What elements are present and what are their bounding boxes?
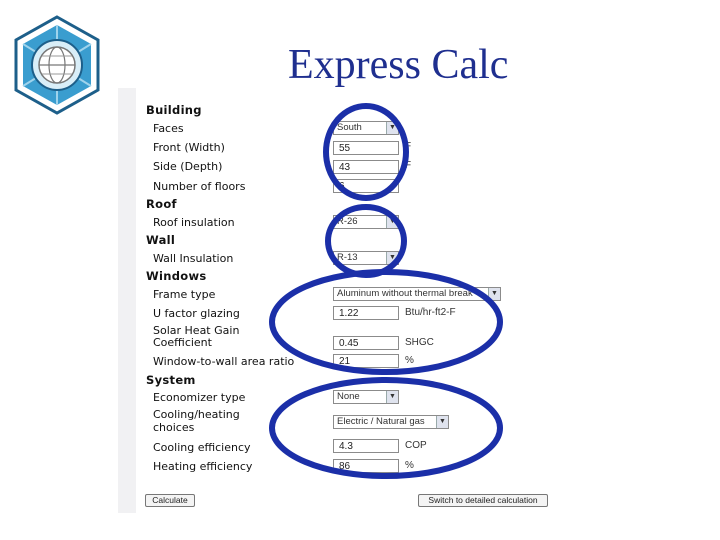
wall-insulation-label: Wall Insulation bbox=[153, 252, 234, 265]
ufactor-field[interactable]: 1.22 bbox=[333, 306, 399, 320]
floors-label: Number of floors bbox=[153, 180, 246, 193]
chevron-down-icon: ▼ bbox=[386, 391, 398, 403]
side-depth-label: Side (Depth) bbox=[153, 160, 223, 173]
side-depth-unit: F bbox=[405, 160, 412, 171]
faces-label: Faces bbox=[153, 122, 184, 135]
wall-insulation-select[interactable]: R-13 ▼ bbox=[333, 251, 399, 265]
section-roof: Roof bbox=[146, 197, 177, 211]
ufactor-unit: Btu/hr-ft2-F bbox=[405, 307, 456, 318]
economizer-select[interactable]: None ▼ bbox=[333, 390, 399, 404]
cooling-heating-label-line1: Cooling/heating bbox=[153, 408, 240, 421]
shgc-label-line2: Coefficient bbox=[153, 336, 212, 349]
cooling-heating-select[interactable]: Electric / Natural gas ▼ bbox=[333, 415, 449, 429]
front-width-field[interactable]: 55 bbox=[333, 141, 399, 155]
chevron-down-icon: ▼ bbox=[386, 122, 398, 134]
roof-insulation-select[interactable]: R-26 ▼ bbox=[333, 215, 399, 229]
chevron-down-icon: ▼ bbox=[436, 416, 448, 428]
faces-select[interactable]: South ▼ bbox=[333, 121, 399, 135]
cooling-efficiency-label: Cooling efficiency bbox=[153, 441, 251, 454]
front-width-label: Front (Width) bbox=[153, 141, 225, 154]
frame-type-label: Frame type bbox=[153, 288, 216, 301]
chevron-down-icon: ▼ bbox=[386, 252, 398, 264]
cooling-efficiency-unit: COP bbox=[405, 440, 427, 451]
slide-title: Express Calc bbox=[288, 42, 509, 88]
cooling-efficiency-field[interactable]: 4.3 bbox=[333, 439, 399, 453]
logo-icon bbox=[14, 15, 100, 115]
calculate-button[interactable]: Calculate bbox=[145, 494, 195, 507]
section-wall: Wall bbox=[146, 233, 176, 247]
section-building: Building bbox=[146, 103, 202, 117]
shgc-field[interactable]: 0.45 bbox=[333, 336, 399, 350]
detailed-calculation-button[interactable]: Switch to detailed calculation bbox=[418, 494, 548, 507]
wwr-unit: % bbox=[405, 355, 414, 366]
cooling-heating-label-line2: choices bbox=[153, 421, 195, 434]
frame-type-select[interactable]: Aluminum without thermal break ▼ bbox=[333, 287, 501, 301]
floors-field[interactable]: 6 bbox=[333, 179, 399, 193]
heating-efficiency-unit: % bbox=[405, 460, 414, 471]
heating-efficiency-label: Heating efficiency bbox=[153, 460, 253, 473]
scroll-strip bbox=[118, 88, 136, 513]
chevron-down-icon: ▼ bbox=[386, 216, 398, 228]
section-system: System bbox=[146, 373, 196, 387]
ufactor-label: U factor glazing bbox=[153, 307, 240, 320]
front-width-unit: F bbox=[405, 141, 412, 152]
section-windows: Windows bbox=[146, 269, 207, 283]
heating-efficiency-field[interactable]: 86 bbox=[333, 459, 399, 473]
express-calc-form: Building Faces South ▼ Front (Width) 55 F… bbox=[118, 88, 553, 513]
economizer-label: Economizer type bbox=[153, 391, 246, 404]
wwr-field[interactable]: 21 bbox=[333, 354, 399, 368]
wwr-label: Window-to-wall area ratio bbox=[153, 355, 295, 368]
side-depth-field[interactable]: 43 bbox=[333, 160, 399, 174]
shgc-unit: SHGC bbox=[405, 337, 434, 348]
chevron-down-icon: ▼ bbox=[488, 288, 500, 300]
roof-insulation-label: Roof insulation bbox=[153, 216, 235, 229]
